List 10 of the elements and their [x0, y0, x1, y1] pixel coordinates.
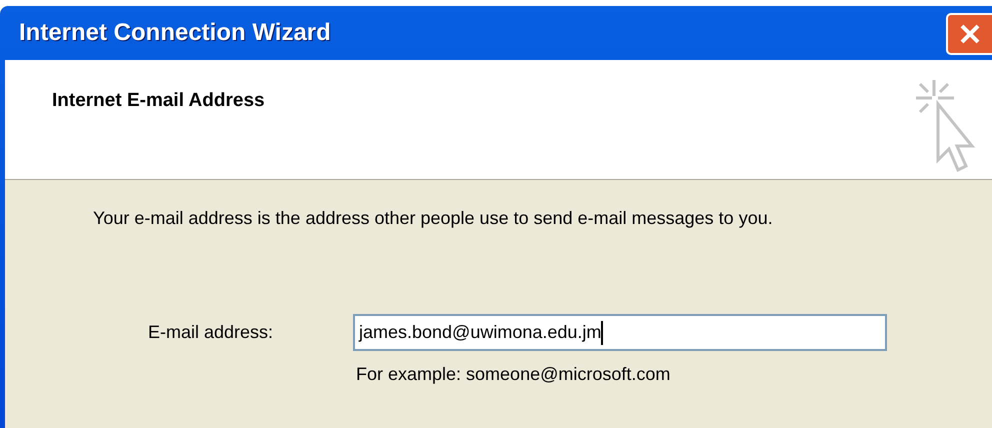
email-label: E-mail address:	[147, 321, 274, 344]
page-heading: Internet E-mail Address	[51, 89, 265, 113]
close-icon	[958, 22, 982, 46]
close-button[interactable]	[946, 13, 992, 55]
example-text: For example: someone@microsoft.com	[355, 363, 672, 386]
window-title: Internet Connection Wizard	[18, 18, 331, 48]
email-value: james.bond@uwimona.edu.jm	[359, 321, 602, 344]
email-field[interactable]: james.bond@uwimona.edu.jm	[353, 314, 887, 351]
cursor-sparkle-icon	[914, 78, 976, 173]
description-text: Your e-mail address is the address other people use to send e-mail messages to you.	[92, 207, 774, 230]
